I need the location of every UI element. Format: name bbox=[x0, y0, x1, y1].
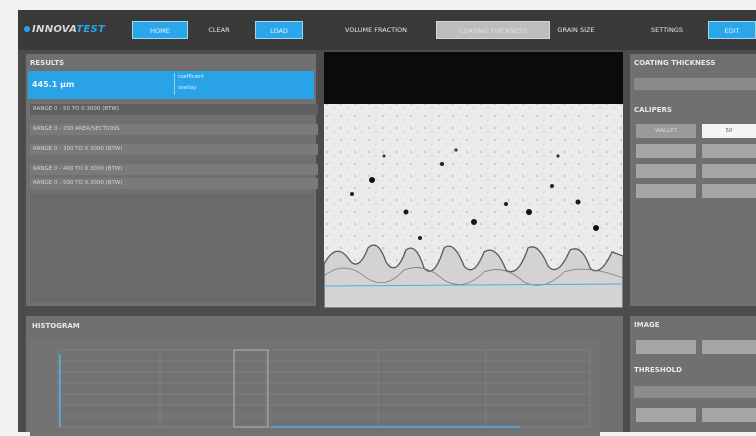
load-button[interactable]: LOAD bbox=[255, 21, 303, 39]
result-divider bbox=[174, 73, 175, 95]
caliper-option-button[interactable] bbox=[636, 184, 696, 198]
result-side-line-1: coefficient bbox=[178, 74, 205, 80]
result-row[interactable]: RANGE 0 - 500 TO 0.3000 (BTW) bbox=[30, 178, 318, 189]
results-empty-area bbox=[30, 194, 314, 302]
caliper-option-button[interactable] bbox=[702, 184, 756, 198]
result-row[interactable]: RANGE 0 - 200 AREA/SECTIONS bbox=[30, 124, 318, 135]
calipers-title: CALIPERS bbox=[634, 106, 672, 114]
app-window: INNOVATEST HOME CLEAR LOAD VOLUME FRACTI… bbox=[18, 10, 756, 436]
result-row[interactable]: RANGE 0 - 50 TO 0.3000 (BTW) bbox=[30, 104, 318, 115]
image-panel: IMAGE THRESHOLD bbox=[630, 316, 756, 432]
calipers-value-field[interactable]: 50 bbox=[702, 124, 756, 138]
image-option-button[interactable] bbox=[702, 340, 756, 354]
result-row[interactable]: RANGE 0 - 300 TO 0.3000 (BTW) bbox=[30, 144, 318, 155]
caliper-option-button[interactable] bbox=[702, 144, 756, 158]
top-toolbar: INNOVATEST HOME CLEAR LOAD VOLUME FRACTI… bbox=[18, 10, 756, 50]
volume-fraction-tab[interactable]: VOLUME FRACTION bbox=[324, 21, 428, 39]
histogram-title: HISTOGRAM bbox=[32, 322, 80, 330]
grain-size-tab[interactable]: GRAIN SIZE bbox=[552, 21, 600, 39]
micrograph-viewer[interactable] bbox=[324, 52, 623, 308]
home-button[interactable]: HOME bbox=[132, 21, 188, 39]
threshold-option-button[interactable] bbox=[702, 408, 756, 422]
edit-button[interactable]: EDIT bbox=[708, 21, 756, 39]
coating-thickness-panel: COATING THICKNESS CALIPERS WALLET 50 bbox=[630, 54, 756, 306]
image-option-button[interactable] bbox=[636, 340, 696, 354]
logo-prefix: INNOVA bbox=[32, 24, 77, 35]
logo-suffix: TEST bbox=[76, 24, 106, 35]
result-row[interactable]: RANGE 0 - 400 TO 0.3000 (BTW) bbox=[30, 164, 318, 175]
result-main-value: 445.1 µm bbox=[32, 80, 75, 89]
results-panel: RESULTS 445.1 µm coefficient overlay RAN… bbox=[26, 54, 318, 306]
coating-thickness-title: COATING THICKNESS bbox=[634, 59, 716, 67]
selected-result-row[interactable]: 445.1 µm coefficient overlay bbox=[28, 71, 314, 99]
threshold-option-button[interactable] bbox=[636, 408, 696, 422]
caliper-option-button[interactable] bbox=[636, 144, 696, 158]
settings-tab[interactable]: SETTINGS bbox=[638, 21, 696, 39]
results-title: RESULTS bbox=[30, 59, 65, 67]
calipers-select[interactable]: WALLET bbox=[636, 124, 696, 138]
micrograph-image bbox=[324, 52, 623, 308]
clear-button[interactable]: CLEAR bbox=[202, 21, 236, 39]
image-title: IMAGE bbox=[634, 321, 660, 329]
threshold-slider[interactable] bbox=[634, 386, 756, 398]
threshold-title: THRESHOLD bbox=[634, 366, 682, 374]
app-logo: INNOVATEST bbox=[24, 24, 105, 35]
coating-thickness-field[interactable] bbox=[634, 78, 756, 90]
logo-dot-icon bbox=[24, 26, 30, 32]
caliper-option-button[interactable] bbox=[702, 164, 756, 178]
result-side-line-2: overlay bbox=[178, 85, 197, 91]
histogram-chart[interactable] bbox=[30, 340, 600, 436]
caliper-option-button[interactable] bbox=[636, 164, 696, 178]
coating-thickness-tab[interactable]: COATING THICKNESS bbox=[436, 21, 550, 39]
